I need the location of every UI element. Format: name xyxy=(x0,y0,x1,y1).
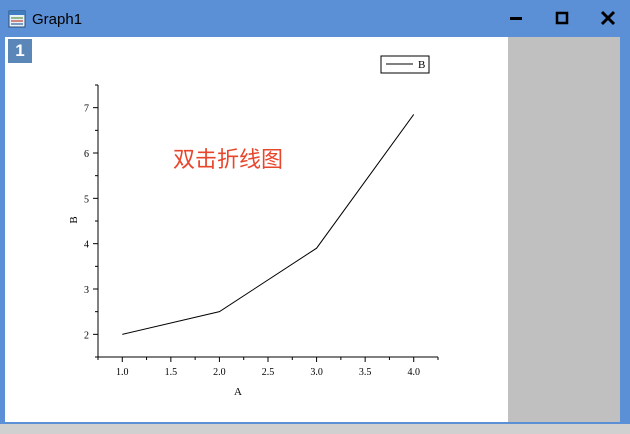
annotation-text: 双击折线图 xyxy=(173,147,283,172)
window-title: Graph1 xyxy=(32,11,83,28)
x-tick-label: 1.5 xyxy=(165,367,178,378)
minimize-button[interactable] xyxy=(494,4,538,32)
x-axis-title: A xyxy=(234,386,242,398)
x-tick-label: 3.0 xyxy=(310,367,323,378)
graph-page[interactable]: 1 1.0 1.5 2.0 2.5 3.0 3.5 4.0 2 3 4 5 6 7 A B B 双击折线图 xyxy=(5,37,620,422)
close-icon xyxy=(600,10,616,26)
x-tick-label: 3.5 xyxy=(359,367,372,378)
graph-window-icon xyxy=(8,10,26,28)
y-tick-label: 7 xyxy=(84,104,89,115)
title-bar[interactable]: Graph1 xyxy=(0,0,630,36)
legend-label: B xyxy=(418,59,425,71)
x-tick-label: 1.0 xyxy=(116,367,129,378)
y-tick-label: 2 xyxy=(84,330,89,341)
x-tick-label: 4.0 xyxy=(407,367,420,378)
x-tick-label: 2.0 xyxy=(213,367,226,378)
x-tick-label: 2.5 xyxy=(262,367,275,378)
graph-window: Graph1 1 1.0 1.5 2.0 2.5 3.0 3.5 4.0 2 3 4 5 6 7 A B B 双… xyxy=(0,0,630,434)
maximize-icon xyxy=(555,11,569,25)
window-bottom-border xyxy=(0,424,630,434)
y-axis-title: B xyxy=(68,216,80,223)
y-tick-label: 4 xyxy=(84,240,89,251)
y-tick-label: 3 xyxy=(84,285,89,296)
maximize-button[interactable] xyxy=(540,4,584,32)
page-margin-area xyxy=(508,37,620,422)
y-tick-label: 6 xyxy=(84,149,89,160)
close-button[interactable] xyxy=(586,4,630,32)
minimize-icon xyxy=(510,17,522,20)
y-tick-label: 5 xyxy=(84,194,89,205)
line-chart[interactable]: 1.0 1.5 2.0 2.5 3.0 3.5 4.0 2 3 4 5 6 7 A B B 双击折线图 xyxy=(5,37,508,422)
